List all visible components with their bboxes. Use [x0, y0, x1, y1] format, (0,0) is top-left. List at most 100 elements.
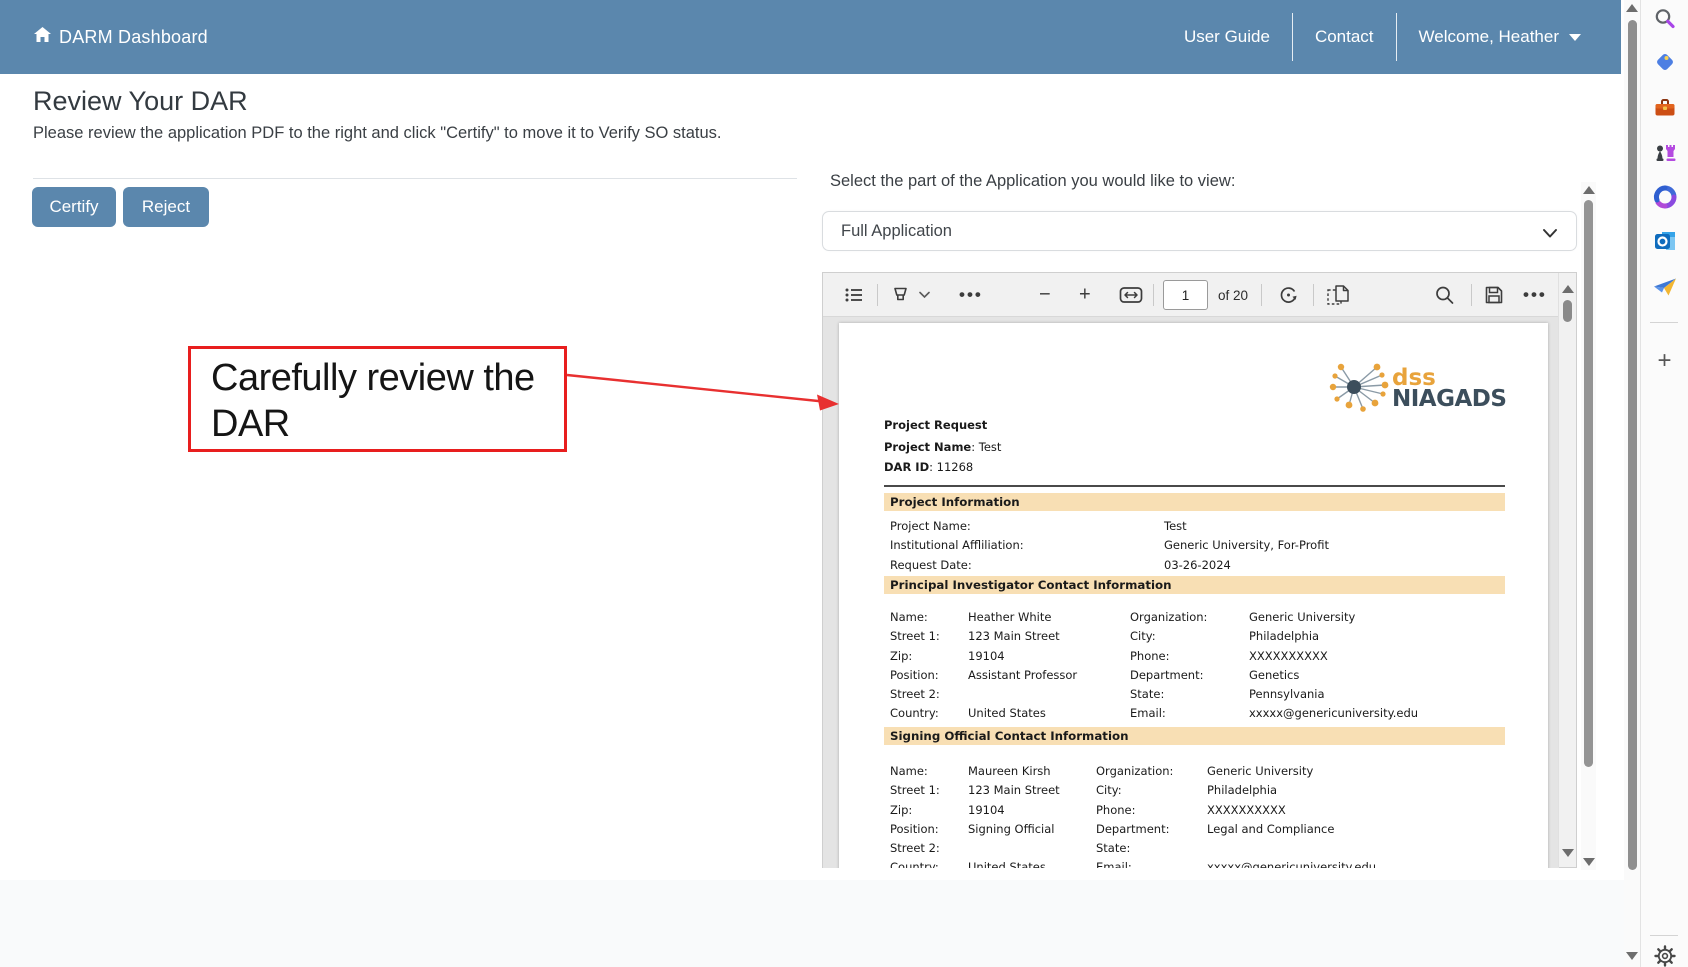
niagads-logo: dss NIAGADS	[1325, 359, 1505, 417]
scrollbar-thumb[interactable]	[1563, 300, 1572, 322]
project-information-rows: Project Name:TestInstitutional Affliliat…	[839, 517, 1548, 575]
scroll-down-arrow[interactable]	[1562, 849, 1574, 857]
annotation-arrow	[559, 364, 851, 420]
more-options-icon[interactable]: •••	[1523, 285, 1547, 305]
pdf-viewer: ••• − + of 20	[822, 272, 1577, 868]
table-row: Street 1:123 Main StreetCity:Philadelphi…	[839, 781, 1548, 800]
app-header: DARM Dashboard User Guide Contact Welcom…	[0, 0, 1621, 74]
application-part-select[interactable]: Full Application	[822, 211, 1577, 251]
sidebar-divider	[1650, 322, 1678, 323]
table-row: Position:Signing OfficialDepartment:Lega…	[839, 820, 1548, 839]
so-contact-rows: Name:Maureen KirshOrganization:Generic U…	[839, 762, 1548, 868]
header-nav: User Guide Contact Welcome, Heather	[1162, 0, 1595, 74]
zoom-out-icon[interactable]: −	[1039, 283, 1051, 306]
pdf-content-area: dss NIAGADS Project Request Project Name…	[823, 318, 1559, 868]
brand-label: DARM Dashboard	[59, 27, 208, 48]
nav-contact[interactable]: Contact	[1293, 27, 1396, 47]
table-row: Institutional Affliliation:Generic Unive…	[839, 536, 1548, 555]
microsoft-365-icon[interactable]	[1650, 182, 1680, 212]
brand-home-link[interactable]: DARM Dashboard	[34, 0, 208, 74]
table-row: Name:Heather WhiteOrganization:Generic U…	[839, 608, 1548, 627]
page-scrollbar[interactable]	[1624, 0, 1640, 967]
user-menu-label: Welcome, Heather	[1419, 27, 1559, 47]
table-row: Street 1:123 Main StreetCity:Philadelphi…	[839, 627, 1548, 646]
page-bottom-area	[0, 880, 1624, 967]
table-row: Name:Maureen KirshOrganization:Generic U…	[839, 762, 1548, 781]
table-row: Country:United StatesEmail:xxxxx@generic…	[839, 858, 1548, 868]
search-icon[interactable]	[1650, 4, 1680, 34]
fit-to-width-icon[interactable]	[1119, 286, 1143, 303]
niagads-starburst-icon	[1325, 359, 1389, 417]
browser-sidebar: +	[1640, 0, 1688, 967]
table-row: Street 2:State:	[839, 839, 1548, 858]
table-row: Country:United StatesEmail:xxxxx@generic…	[839, 704, 1548, 723]
user-menu[interactable]: Welcome, Heather	[1397, 27, 1595, 47]
toolbar-separator	[1261, 284, 1262, 306]
shopping-icon[interactable]	[1650, 47, 1680, 77]
rotate-icon[interactable]	[1279, 285, 1298, 304]
more-tools-icon[interactable]: •••	[959, 285, 983, 305]
logo-niagads-text: NIAGADS	[1392, 388, 1506, 411]
browser-window: DARM Dashboard User Guide Contact Welcom…	[0, 0, 1688, 967]
pdf-toolbar: ••• − + of 20	[823, 273, 1559, 317]
section-header-so-contact: Signing Official Contact Information	[884, 727, 1505, 745]
scroll-up-arrow[interactable]	[1626, 4, 1638, 12]
drop-icon[interactable]	[1650, 272, 1680, 302]
draw-highlighter-icon[interactable]	[891, 286, 910, 304]
scrollbar-thumb[interactable]	[1584, 200, 1593, 767]
settings-gear-icon[interactable]	[1650, 941, 1680, 967]
pi-contact-rows: Name:Heather WhiteOrganization:Generic U…	[839, 608, 1548, 724]
panel-scrollbar[interactable]	[1581, 182, 1596, 870]
section-header-project-information: Project Information	[884, 493, 1505, 511]
doc-divider	[884, 485, 1505, 487]
pdf-scrollbar[interactable]	[1558, 273, 1576, 867]
pdf-page: dss NIAGADS Project Request Project Name…	[839, 323, 1548, 868]
add-icon[interactable]: +	[1650, 346, 1680, 376]
scroll-down-arrow[interactable]	[1626, 952, 1638, 960]
certify-button[interactable]: Certify	[32, 187, 116, 227]
scrollbar-thumb[interactable]	[1628, 20, 1637, 870]
page-description: Please review the application PDF to the…	[33, 124, 722, 143]
scroll-down-arrow[interactable]	[1583, 858, 1595, 866]
scroll-up-arrow[interactable]	[1562, 285, 1574, 293]
table-row: Project Name:Test	[839, 517, 1548, 536]
toolbar-separator	[1153, 284, 1154, 306]
games-icon[interactable]	[1650, 137, 1680, 167]
toolbar-separator	[1313, 284, 1314, 306]
toolbar-separator	[1471, 284, 1472, 306]
reject-button[interactable]: Reject	[123, 187, 209, 227]
annotation-text: Carefully review the DAR	[211, 355, 541, 448]
table-row: Zip:19104Phone:XXXXXXXXXX	[839, 801, 1548, 820]
table-row: Position:Assistant ProfessorDepartment:G…	[839, 666, 1548, 685]
home-icon	[34, 27, 51, 48]
chevron-down-icon	[1542, 225, 1558, 244]
page-title: Review Your DAR	[33, 86, 248, 117]
sidebar-divider	[1650, 935, 1678, 936]
doc-project-name: Project Name: Test	[884, 440, 1001, 454]
page-number-input[interactable]	[1163, 280, 1208, 310]
page-count-label: of 20	[1218, 273, 1248, 317]
table-row: Request Date:03-26-2024	[839, 556, 1548, 575]
zoom-in-icon[interactable]: +	[1079, 283, 1091, 306]
page-view-icon[interactable]	[1327, 285, 1349, 305]
save-icon[interactable]	[1485, 286, 1503, 304]
outlook-icon[interactable]	[1650, 226, 1680, 256]
divider	[33, 178, 797, 179]
doc-heading: Project Request	[884, 418, 987, 432]
application-part-select-label: Select the part of the Application you w…	[830, 172, 1235, 191]
section-header-pi-contact: Principal Investigator Contact Informati…	[884, 576, 1505, 594]
toolbar-separator	[877, 284, 878, 306]
application-part-select-value: Full Application	[841, 222, 952, 241]
table-of-contents-icon[interactable]	[845, 287, 862, 302]
scroll-up-arrow[interactable]	[1583, 186, 1595, 194]
chevron-down-icon[interactable]	[919, 291, 930, 298]
nav-user-guide[interactable]: User Guide	[1162, 27, 1292, 47]
doc-dar-id: DAR ID: 11268	[884, 460, 973, 474]
search-icon[interactable]	[1435, 285, 1454, 304]
darm-app: DARM Dashboard User Guide Contact Welcom…	[0, 0, 1624, 967]
chevron-down-icon	[1569, 34, 1581, 41]
table-row: Street 2:State:Pennsylvania	[839, 685, 1548, 704]
annotation-callout: Carefully review the DAR	[188, 346, 567, 452]
tools-icon[interactable]	[1650, 93, 1680, 123]
table-row: Zip:19104Phone:XXXXXXXXXX	[839, 647, 1548, 666]
